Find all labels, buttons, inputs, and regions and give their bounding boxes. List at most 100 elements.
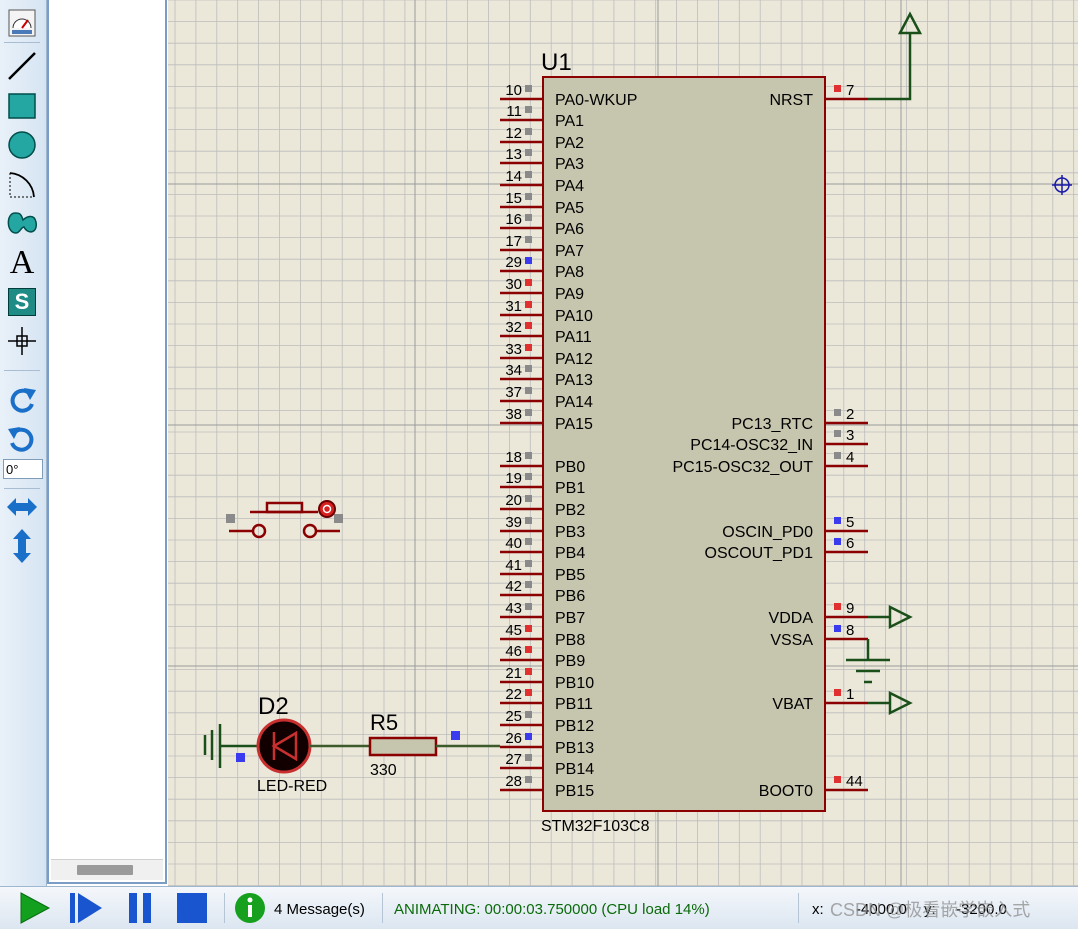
pin-number: 10: [505, 82, 522, 99]
pin-name: PA12: [555, 351, 593, 368]
status-divider: [382, 893, 383, 923]
button-toggle-icon[interactable]: [318, 500, 336, 518]
rotate-ccw-icon[interactable]: [4, 422, 40, 456]
pin-number: 34: [505, 362, 522, 379]
pin-name: PC13_RTC: [731, 416, 813, 433]
pin-number: 39: [505, 514, 522, 531]
pin-state-indicator: [525, 733, 532, 740]
pin-name: PB8: [555, 632, 585, 649]
schematic-canvas[interactable]: U1 STM32F103C8 10 PA0-WKUP 11 PA1 12 PA2 13 PA3 14…: [168, 0, 1078, 886]
pin-state-indicator: [525, 85, 532, 92]
status-divider: [798, 893, 799, 923]
pause-button[interactable]: [120, 891, 160, 925]
pin-state-indicator: [834, 538, 841, 545]
info-icon[interactable]: [230, 891, 270, 925]
pin-state-indicator: [525, 214, 532, 221]
line-icon[interactable]: [4, 49, 40, 83]
push-button[interactable]: [265, 501, 304, 514]
pin-number: 28: [505, 773, 522, 790]
pin-number: 5: [846, 514, 854, 531]
pin-state-indicator: [525, 193, 532, 200]
pin-number: 26: [505, 730, 522, 747]
symbol-icon[interactable]: S: [4, 285, 40, 319]
step-button[interactable]: [66, 891, 106, 925]
play-button[interactable]: [14, 891, 54, 925]
pin-number: 3: [846, 427, 854, 444]
pin-number: 13: [505, 146, 522, 163]
circle-icon[interactable]: [4, 128, 40, 162]
scrollbar-thumb[interactable]: [77, 865, 133, 875]
power-terminal-nrst[interactable]: [897, 11, 923, 35]
object-selector-panel[interactable]: [47, 0, 167, 884]
pin-name: PC15-OSC32_OUT: [673, 459, 814, 476]
messages-count[interactable]: 4 Message(s): [274, 887, 365, 929]
mirror-horizontal-icon[interactable]: [4, 490, 40, 524]
pin-state-indicator: [334, 514, 343, 523]
drawing-toolbar: A S 0°: [0, 0, 47, 886]
pin-number: 32: [505, 319, 522, 336]
schematic-drawing[interactable]: U1STM32F103C810PA0-WKUP11PA112PA213PA314…: [168, 0, 1078, 886]
pin-name: PB6: [555, 588, 585, 605]
pin-name: VSSA: [770, 632, 813, 649]
pin-state-indicator: [525, 560, 532, 567]
pin-state-indicator: [834, 689, 841, 696]
pin-state-indicator: [525, 625, 532, 632]
x-coordinate-label: x:: [812, 901, 824, 918]
pin-name: PB4: [555, 545, 585, 562]
pin-name: PB5: [555, 567, 585, 584]
text-icon[interactable]: A: [4, 246, 40, 280]
pin-name: PB2: [555, 502, 585, 519]
pin-number: 21: [505, 665, 522, 682]
pin-name: PB9: [555, 653, 585, 670]
pin-name: PA11: [555, 329, 592, 346]
pin-name: BOOT0: [759, 783, 813, 800]
selector-scrollbar[interactable]: [51, 859, 163, 880]
toolbar-separator: [4, 488, 40, 489]
pin-name: PB0: [555, 459, 585, 476]
pin-name: VBAT: [772, 696, 813, 713]
led-red[interactable]: [256, 718, 312, 774]
path-icon[interactable]: [4, 206, 40, 240]
pin-state-indicator: [451, 731, 460, 740]
pin-state-indicator: [834, 625, 841, 632]
toolbar-separator: [4, 42, 40, 43]
pin-number: 14: [505, 168, 522, 185]
pin-name: PB15: [555, 783, 594, 800]
button-contact: [302, 523, 318, 539]
pin-state-indicator: [525, 473, 532, 480]
pin-number: 16: [505, 211, 522, 228]
pin-number: 20: [505, 492, 522, 509]
pin-state-indicator: [525, 603, 532, 610]
power-terminal-vdda[interactable]: [888, 604, 913, 630]
power-terminal-vbat[interactable]: [888, 690, 913, 716]
resistor[interactable]: [368, 736, 438, 757]
pin-number: 30: [505, 276, 522, 293]
pin-state-indicator: [834, 776, 841, 783]
pin-number: 41: [505, 557, 522, 574]
pin-state-indicator: [525, 322, 532, 329]
pin-name: PA14: [555, 394, 593, 411]
pin-number: 25: [505, 708, 522, 725]
pin-number: 44: [846, 773, 863, 790]
box-icon[interactable]: [4, 89, 40, 123]
stop-button[interactable]: [172, 891, 212, 925]
pin-name: PA13: [555, 372, 593, 389]
rotation-angle-field[interactable]: 0°: [3, 459, 43, 479]
pin-name: PB1: [555, 480, 585, 497]
pin-state-indicator: [525, 581, 532, 588]
pin-number: 42: [505, 578, 522, 595]
pin-state-indicator: [525, 236, 532, 243]
pin-name: PA5: [555, 200, 584, 217]
mirror-vertical-icon[interactable]: [4, 529, 40, 563]
rotate-cw-icon[interactable]: [4, 383, 40, 417]
gauge-icon[interactable]: [4, 6, 40, 40]
pin-state-indicator: [834, 430, 841, 437]
pin-number: 11: [506, 103, 522, 120]
pin-name: PB14: [555, 761, 594, 778]
pin-name: PA7: [555, 243, 584, 260]
pin-state-indicator: [525, 128, 532, 135]
arc-icon[interactable]: [4, 168, 40, 202]
marker-icon[interactable]: [4, 324, 40, 358]
pin-number: 17: [505, 233, 522, 250]
resistor-reference: R5: [370, 710, 398, 735]
